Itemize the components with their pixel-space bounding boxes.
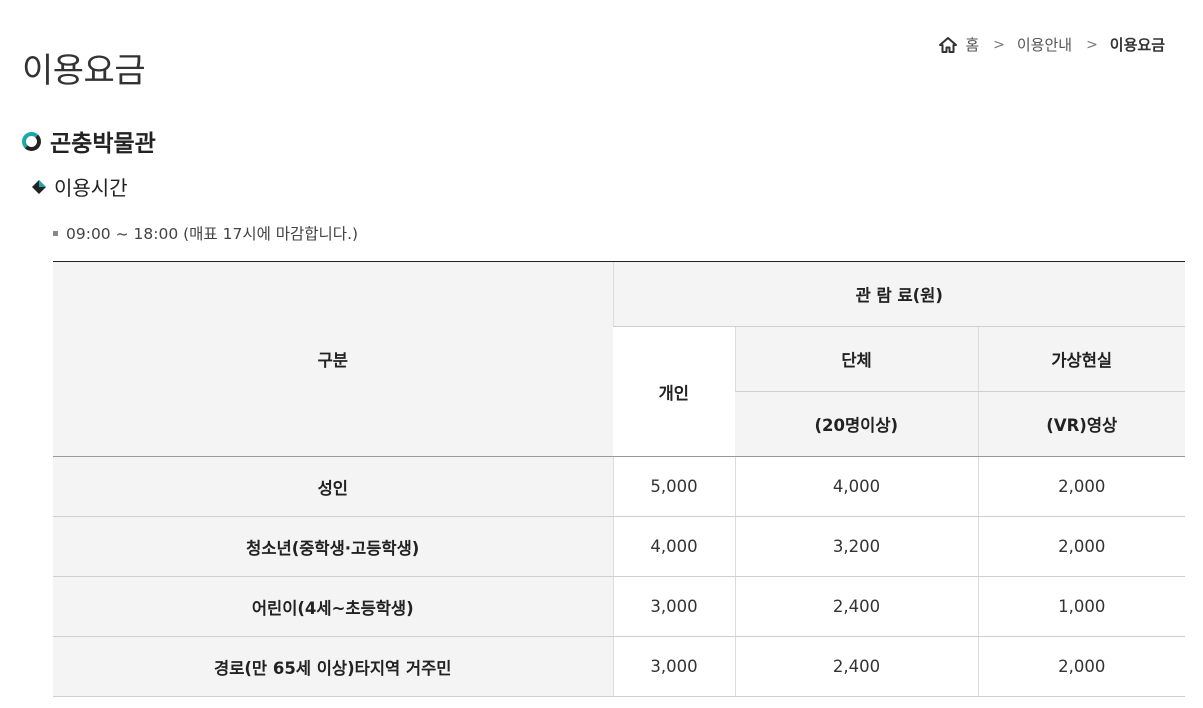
row-category: 청소년(중학생·고등학생) xyxy=(53,516,613,577)
table-row: 경로(만 65세 이상)타지역 거주민 3,000 2,400 2,000 xyxy=(53,636,1185,697)
ring-bullet-icon xyxy=(22,131,41,151)
row-vr-fee: 1,000 xyxy=(977,576,1185,637)
subsection-title: 이용시간 xyxy=(54,176,128,200)
row-vr-fee: 2,000 xyxy=(977,456,1185,517)
breadcrumb-separator: > xyxy=(993,36,1005,53)
row-group-fee: 2,400 xyxy=(734,636,978,697)
row-vr-fee: 2,000 xyxy=(977,516,1185,577)
row-vr-fee: 2,000 xyxy=(977,636,1185,697)
breadcrumb: 홈 > 이용안내 > 이용요금 xyxy=(939,34,1165,55)
row-category: 어린이(4세~초등학생) xyxy=(53,576,613,637)
table-row: 어린이(4세~초등학생) 3,000 2,400 1,000 xyxy=(53,576,1185,637)
header-category: 구분 xyxy=(53,261,613,457)
header-group-note: (20명이상) xyxy=(735,391,978,457)
row-group-fee: 4,000 xyxy=(734,456,978,517)
diamond-bullet-icon xyxy=(32,179,46,194)
square-bullet-icon xyxy=(53,230,58,236)
header-group: 단체 xyxy=(734,326,978,392)
opening-hours-text: 09:00 ~ 18:00 (매표 17시에 마감합니다.) xyxy=(66,225,359,243)
row-category: 경로(만 65세 이상)타지역 거주민 xyxy=(53,636,613,697)
table-row: 성인 5,000 4,000 2,000 xyxy=(53,456,1185,517)
header-vr-note: (VR)영상 xyxy=(977,391,1185,457)
section-title: 곤충박물관 xyxy=(50,131,156,157)
header-individual: 개인 xyxy=(613,326,735,457)
row-individual-fee: 3,000 xyxy=(612,636,735,697)
section-heading: 곤충박물관 xyxy=(22,124,156,158)
breadcrumb-home-link[interactable]: 홈 xyxy=(965,34,979,55)
table-row: 청소년(중학생·고등학생) 4,000 3,200 2,000 xyxy=(53,516,1185,577)
fee-table: 구분 관 람 료(원) 개인 단체 가상현실 (20명이상) (VR)영상 성인… xyxy=(53,261,1185,697)
opening-hours: 09:00 ~ 18:00 (매표 17시에 마감합니다.) xyxy=(53,222,358,244)
row-group-fee: 3,200 xyxy=(734,516,978,577)
row-category: 성인 xyxy=(53,456,613,517)
home-icon[interactable] xyxy=(939,36,958,54)
row-group-fee: 2,400 xyxy=(734,576,978,637)
breadcrumb-separator: > xyxy=(1086,36,1098,53)
row-individual-fee: 4,000 xyxy=(612,516,735,577)
page-title: 이용요금 xyxy=(22,50,146,91)
subsection-heading: 이용시간 xyxy=(32,172,128,201)
header-fee-group: 관 람 료(원) xyxy=(612,261,1185,327)
breadcrumb-current: 이용요금 xyxy=(1109,36,1165,54)
breadcrumb-section-link[interactable]: 이용안내 xyxy=(1017,34,1072,55)
header-vr: 가상현실 xyxy=(977,326,1185,392)
row-individual-fee: 5,000 xyxy=(612,456,735,517)
row-individual-fee: 3,000 xyxy=(612,576,735,637)
